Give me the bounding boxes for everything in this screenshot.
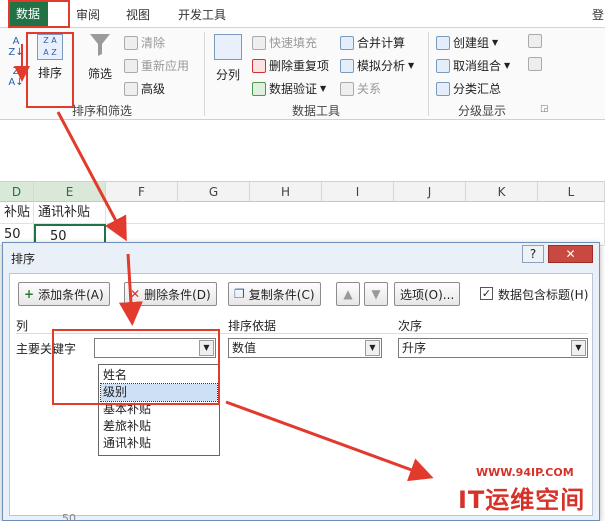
watermark: WWW.94IP.COM IT运维空间 [432, 462, 602, 518]
watermark-url: WWW.94IP.COM [476, 466, 574, 479]
annotation-arrows [14, 44, 434, 482]
watermark-text: IT运维空间 [458, 486, 586, 514]
